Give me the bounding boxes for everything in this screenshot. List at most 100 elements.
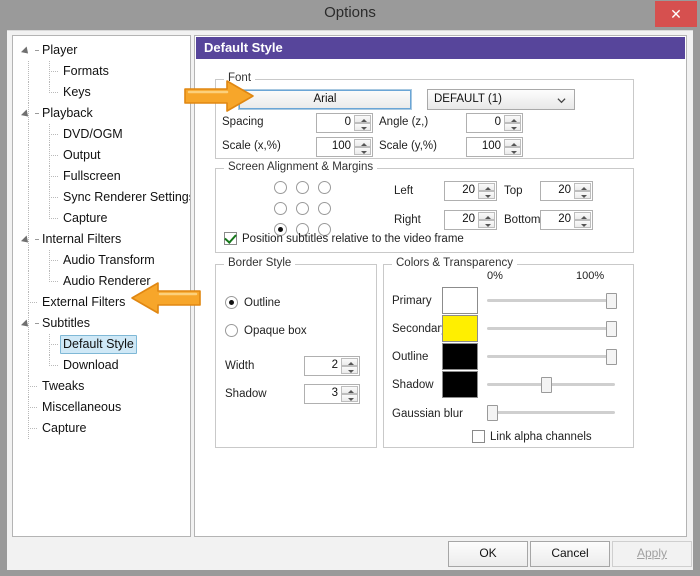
alpha-thumb-outline[interactable]	[606, 349, 617, 365]
font-button[interactable]: Arial	[238, 89, 412, 110]
alignment-radio-6[interactable]	[318, 202, 331, 215]
relative-position-checkbox[interactable]	[224, 232, 237, 245]
right-margin-value: 20	[462, 213, 475, 225]
alignment-radio-5[interactable]	[296, 202, 309, 215]
charset-dropdown[interactable]: DEFAULT (1)	[427, 89, 575, 110]
tree-item-formats[interactable]: Formats	[13, 61, 190, 82]
alignment-radio-3[interactable]	[318, 181, 331, 194]
gaussian-blur-thumb[interactable]	[487, 405, 498, 421]
expand-triangle-icon[interactable]	[20, 235, 34, 248]
apply-label: Apply	[636, 546, 668, 560]
alpha-slider-primary[interactable]	[487, 293, 617, 309]
top-margin-label: Top	[504, 185, 523, 197]
tree-line	[28, 428, 38, 429]
scale-x-spinner[interactable]: 100	[316, 137, 373, 157]
tree-item-label: Capture	[42, 421, 87, 435]
angle-increment[interactable]	[504, 115, 521, 123]
tree-item-audio-transform[interactable]: Audio Transform	[13, 250, 190, 271]
color-swatch-shadow[interactable]	[442, 371, 478, 398]
scale-x-label: Scale (x,%)	[222, 140, 281, 152]
scale-y-increment[interactable]	[504, 139, 521, 147]
left-margin-increment[interactable]	[478, 183, 495, 191]
tree-item-keys[interactable]: Keys	[13, 82, 190, 103]
outline-radio[interactable]	[225, 296, 238, 309]
spacing-decrement[interactable]	[354, 123, 371, 131]
outline-radio-label[interactable]: Outline	[244, 297, 280, 309]
tree-item-tweaks[interactable]: Tweaks	[13, 376, 190, 397]
bottom-margin-decrement[interactable]	[574, 220, 591, 228]
alignment-group-caption: Screen Alignment & Margins	[224, 161, 378, 173]
border-shadow-label: Shadow	[225, 388, 267, 400]
tree-line	[49, 260, 58, 261]
expand-triangle-icon[interactable]	[20, 46, 34, 59]
expand-triangle-icon[interactable]	[20, 109, 34, 122]
alignment-radio-1[interactable]	[274, 181, 287, 194]
ok-button[interactable]: OK	[448, 541, 528, 567]
scale-y-spinner[interactable]: 100	[466, 137, 523, 157]
right-margin-spinner[interactable]: 20	[444, 210, 497, 230]
tree-item-subtitles[interactable]: Subtitles	[13, 313, 190, 334]
right-margin-decrement[interactable]	[478, 220, 495, 228]
right-margin-increment[interactable]	[478, 212, 495, 220]
close-button[interactable]: ✕	[655, 1, 697, 27]
alpha-thumb-secondary[interactable]	[606, 321, 617, 337]
left-margin-spinner[interactable]: 20	[444, 181, 497, 201]
color-swatch-secondary[interactable]	[442, 315, 478, 342]
border-shadow-decrement[interactable]	[341, 394, 358, 402]
color-swatch-outline[interactable]	[442, 343, 478, 370]
gaussian-blur-slider[interactable]	[487, 405, 615, 421]
top-margin-decrement[interactable]	[574, 191, 591, 199]
opaque-box-radio[interactable]	[225, 324, 238, 337]
tree-item-label: Formats	[63, 64, 109, 78]
scale-x-increment[interactable]	[354, 139, 371, 147]
color-swatch-primary[interactable]	[442, 287, 478, 314]
alignment-radio-2[interactable]	[296, 181, 309, 194]
tree-item-internal-filters[interactable]: Internal Filters	[13, 229, 190, 250]
alpha-slider-shadow[interactable]	[487, 377, 615, 393]
border-width-spinner[interactable]: 2	[304, 356, 360, 376]
tree-line	[49, 71, 58, 72]
spacing-spinner[interactable]: 0	[316, 113, 373, 133]
tree-item-fullscreen[interactable]: Fullscreen	[13, 166, 190, 187]
relative-position-label: Position subtitles relative to the video…	[242, 233, 464, 245]
tree-item-capture[interactable]: Capture	[13, 208, 190, 229]
alpha-slider-outline[interactable]	[487, 349, 617, 365]
tree-item-capture[interactable]: Capture	[13, 418, 190, 439]
border-shadow-spinner[interactable]: 3	[304, 384, 360, 404]
left-margin-decrement[interactable]	[478, 191, 495, 199]
link-alpha-checkbox[interactable]	[472, 430, 485, 443]
tree-item-dvd-ogm[interactable]: DVD/OGM	[13, 124, 190, 145]
tree-item-miscellaneous[interactable]: Miscellaneous	[13, 397, 190, 418]
bottom-margin-spinner[interactable]: 20	[540, 210, 593, 230]
alignment-radio-4[interactable]	[274, 202, 287, 215]
tree-line	[28, 145, 29, 166]
alpha-thumb-shadow[interactable]	[540, 377, 552, 393]
bottom-margin-increment[interactable]	[574, 212, 591, 220]
cancel-button[interactable]: Cancel	[530, 541, 610, 567]
border-width-decrement[interactable]	[341, 366, 358, 374]
tree-item-player[interactable]: Player	[13, 40, 190, 61]
alpha-slider-secondary[interactable]	[487, 321, 617, 337]
alpha-track	[487, 299, 615, 302]
opaque-box-radio-label[interactable]: Opaque box	[244, 325, 307, 337]
border-shadow-increment[interactable]	[341, 386, 358, 394]
alpha-thumb-primary[interactable]	[606, 293, 617, 309]
scale-x-decrement[interactable]	[354, 147, 371, 155]
tree-item-sync-renderer-settings[interactable]: Sync Renderer Settings	[13, 187, 190, 208]
angle-spinner[interactable]: 0	[466, 113, 523, 133]
border-width-increment[interactable]	[341, 358, 358, 366]
scale-y-decrement[interactable]	[504, 147, 521, 155]
tree-line	[28, 386, 38, 387]
tree-item-playback[interactable]: Playback	[13, 103, 190, 124]
angle-decrement[interactable]	[504, 123, 521, 131]
expand-triangle-icon[interactable]	[20, 319, 34, 332]
spacing-increment[interactable]	[354, 115, 371, 123]
tree-item-label: Keys	[63, 85, 91, 99]
tree-item-output[interactable]: Output	[13, 145, 190, 166]
tree-item-default-style[interactable]: Default Style	[13, 334, 190, 355]
tree-line	[28, 376, 29, 397]
top-margin-spinner[interactable]: 20	[540, 181, 593, 201]
tree-item-download[interactable]: Download	[13, 355, 190, 376]
tree-item-label: Capture	[63, 211, 108, 225]
top-margin-increment[interactable]	[574, 183, 591, 191]
